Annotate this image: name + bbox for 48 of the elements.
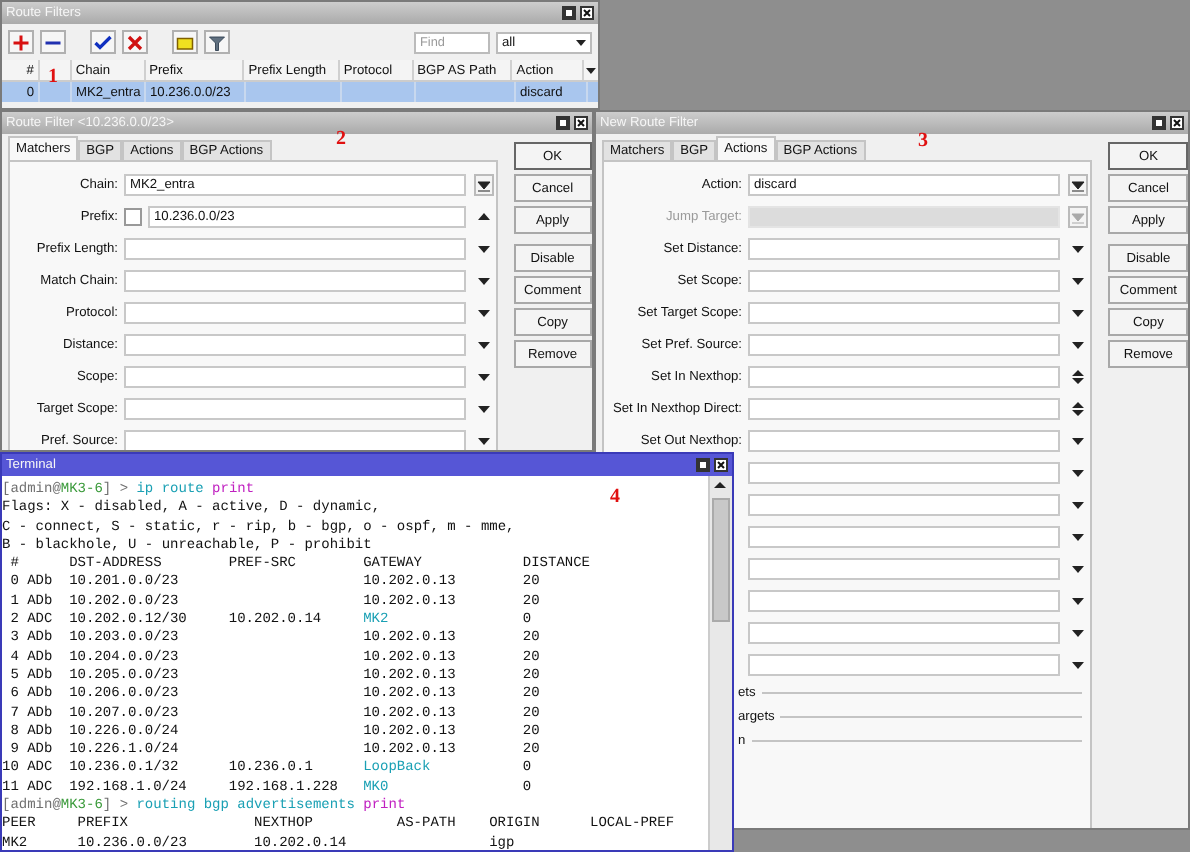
plus-icon bbox=[12, 33, 30, 51]
column-menu-icon[interactable] bbox=[584, 62, 598, 78]
dropdown-arrow-icon[interactable] bbox=[574, 34, 588, 50]
close-icon[interactable] bbox=[714, 458, 728, 472]
input-field[interactable] bbox=[748, 525, 1061, 547]
input-field[interactable] bbox=[748, 301, 1061, 323]
input-field[interactable] bbox=[124, 365, 466, 387]
disable-button[interactable] bbox=[122, 30, 148, 54]
input-field[interactable] bbox=[748, 365, 1061, 387]
input-field[interactable] bbox=[124, 301, 466, 323]
enable-button[interactable] bbox=[90, 30, 116, 54]
input-field[interactable] bbox=[748, 237, 1061, 259]
close-icon[interactable] bbox=[574, 116, 588, 130]
input-field[interactable] bbox=[748, 461, 1061, 483]
maximize-icon[interactable] bbox=[1152, 116, 1166, 130]
maximize-icon[interactable] bbox=[556, 116, 570, 130]
annotation-number: 4 bbox=[610, 486, 620, 508]
filter-icon bbox=[208, 33, 226, 51]
close-icon[interactable] bbox=[580, 6, 594, 20]
input-field[interactable] bbox=[748, 557, 1061, 579]
input-field[interactable] bbox=[748, 621, 1061, 643]
annotation-number: 1 bbox=[48, 66, 58, 88]
input-field[interactable] bbox=[124, 237, 466, 259]
annotation-number: 3 bbox=[918, 130, 928, 152]
note-icon bbox=[176, 33, 194, 51]
filter-button[interactable] bbox=[204, 30, 230, 54]
input-field[interactable] bbox=[124, 333, 466, 355]
input-field[interactable] bbox=[124, 429, 466, 450]
input-field[interactable] bbox=[748, 429, 1061, 451]
add-button[interactable] bbox=[8, 30, 34, 54]
comment-button[interactable] bbox=[172, 30, 198, 54]
close-icon[interactable] bbox=[1170, 116, 1184, 130]
input-field[interactable] bbox=[748, 493, 1061, 515]
check-icon bbox=[94, 33, 112, 51]
input-field[interactable] bbox=[124, 397, 466, 419]
input-field[interactable] bbox=[748, 269, 1061, 291]
checkbox[interactable] bbox=[124, 207, 142, 225]
scrollbar[interactable] bbox=[708, 476, 732, 850]
input-field[interactable] bbox=[748, 333, 1061, 355]
maximize-icon[interactable] bbox=[696, 458, 710, 472]
input-field[interactable] bbox=[748, 397, 1061, 419]
cross-icon bbox=[126, 33, 144, 51]
input-field[interactable] bbox=[124, 269, 466, 291]
remove-button[interactable] bbox=[40, 30, 66, 54]
maximize-icon[interactable] bbox=[562, 6, 576, 20]
annotation-number: 2 bbox=[336, 128, 346, 150]
input-field[interactable] bbox=[748, 653, 1061, 675]
input-field[interactable] bbox=[748, 589, 1061, 611]
